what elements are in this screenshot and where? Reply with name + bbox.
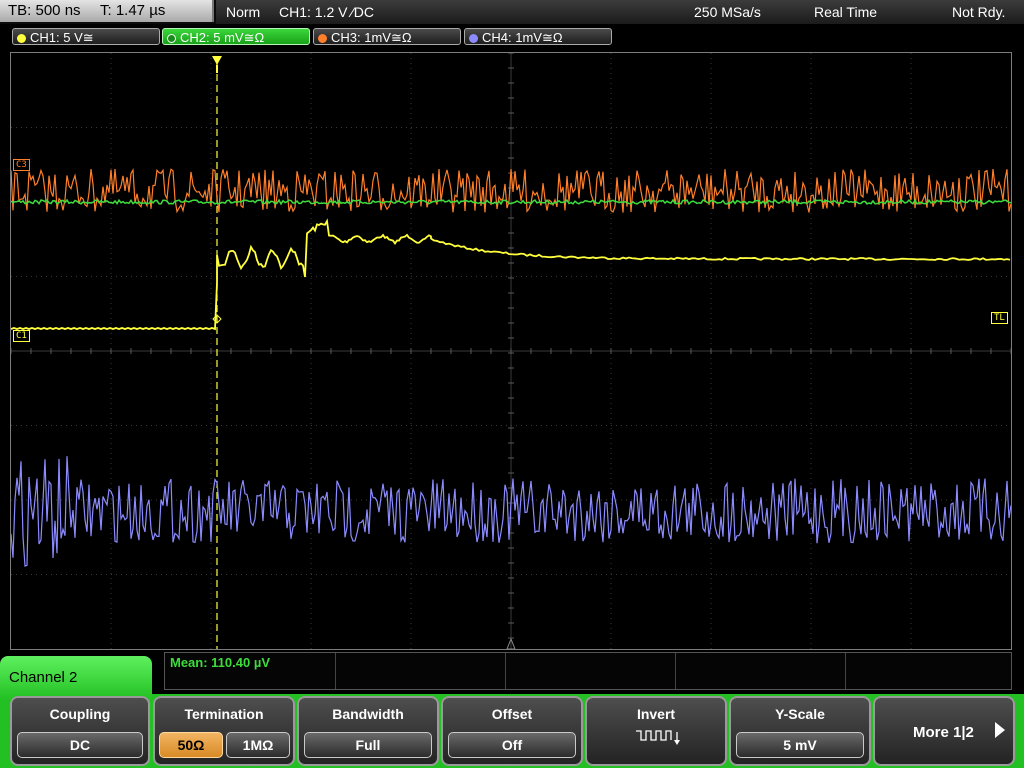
ch3-label: CH3: 1mV≅Ω — [331, 30, 412, 45]
measurement-cell-4[interactable] — [675, 653, 846, 689]
sample-rate: 250 MSa/s — [694, 4, 761, 20]
tab-ch1[interactable]: CH1: 5 V≅ — [12, 28, 160, 45]
measurement-cell-3[interactable] — [505, 653, 676, 689]
timebase-box[interactable]: TB: 500 ns T: 1.47 µs — [0, 0, 214, 22]
tab-ch2[interactable]: CH2: 5 mV≅Ω — [162, 28, 310, 45]
trigger-level-marker[interactable]: TL — [991, 312, 1008, 324]
ch1-offset-marker[interactable]: C1 — [13, 330, 30, 342]
yscale-label: Y-Scale — [775, 706, 825, 722]
coupling-softkey[interactable]: Coupling DC — [10, 696, 150, 766]
measurement-bar: Mean: 110.40 µV — [164, 652, 1012, 690]
ch4-label: CH4: 1mV≅Ω — [482, 30, 563, 45]
bandwidth-value[interactable]: Full — [304, 732, 432, 758]
measurement-cell-2[interactable] — [335, 653, 506, 689]
trigger-time-readout: T: 1.47 µs — [100, 2, 166, 19]
chevron-right-icon — [995, 722, 1005, 738]
menu-title-tab: Channel 2 — [0, 656, 152, 700]
timebase-readout: TB: 500 ns — [8, 2, 81, 19]
tab-ch4[interactable]: CH4: 1mV≅Ω — [464, 28, 612, 45]
offset-value[interactable]: Off — [448, 732, 576, 758]
termination-50ohm-option[interactable]: 50Ω — [159, 732, 223, 758]
ch1-label: CH1: 5 V≅ — [30, 30, 94, 45]
channel-tabs: CH1: 5 V≅ CH2: 5 mV≅Ω CH3: 1mV≅Ω CH4: 1m… — [0, 26, 1024, 48]
ch1-color-dot — [17, 34, 26, 43]
invert-label: Invert — [636, 706, 676, 722]
menu-title: Channel 2 — [9, 669, 78, 686]
status-bar: TB: 500 ns T: 1.47 µs Norm CH1: 1.2 V ⁄D… — [0, 0, 1024, 24]
mean-measurement: Mean: 110.40 µV — [170, 655, 270, 670]
trigger-time-marker-stem — [216, 65, 218, 73]
measurement-cell-1[interactable]: Mean: 110.40 µV — [165, 653, 336, 689]
tab-ch3[interactable]: CH3: 1mV≅Ω — [313, 28, 461, 45]
waveform-display[interactable]: C3 C1 TL — [10, 52, 1012, 650]
invert-pulse-icon — [636, 730, 680, 745]
bandwidth-softkey[interactable]: Bandwidth Full — [297, 696, 439, 766]
trigger-mode[interactable]: Norm — [226, 0, 260, 24]
ch4-color-dot — [469, 34, 478, 43]
termination-label: Termination — [184, 706, 264, 722]
acquisition-mode: Real Time — [814, 4, 878, 20]
coupling-label: Coupling — [49, 706, 111, 722]
invert-softkey[interactable]: Invert — [585, 696, 727, 766]
ch2-label: CH2: 5 mV≅Ω — [180, 30, 265, 45]
ch3-offset-marker[interactable]: C3 — [13, 159, 30, 171]
offset-label: Offset — [491, 706, 533, 722]
trigger-info[interactable]: CH1: 1.2 V ⁄DC — [279, 0, 374, 24]
termination-1mohm-option[interactable]: 1MΩ — [226, 732, 290, 758]
termination-softkey[interactable]: Termination 50Ω 1MΩ — [153, 696, 295, 766]
more-softkey[interactable]: More 1|2 — [873, 696, 1015, 766]
bandwidth-label: Bandwidth — [332, 706, 404, 722]
ch2-color-dot — [167, 34, 176, 43]
more-label: More 1|2 — [913, 724, 974, 741]
coupling-value[interactable]: DC — [17, 732, 143, 758]
ch3-color-dot — [318, 34, 327, 43]
graticule — [11, 53, 1011, 649]
trigger-time-marker — [212, 56, 222, 65]
yscale-softkey[interactable]: Y-Scale 5 mV — [729, 696, 871, 766]
offset-softkey[interactable]: Offset Off — [441, 696, 583, 766]
yscale-value[interactable]: 5 mV — [736, 732, 864, 758]
acquisition-status: Norm CH1: 1.2 V ⁄DC 250 MSa/s Real Time … — [216, 0, 1024, 24]
trigger-state: Not Rdy. — [952, 4, 1006, 20]
